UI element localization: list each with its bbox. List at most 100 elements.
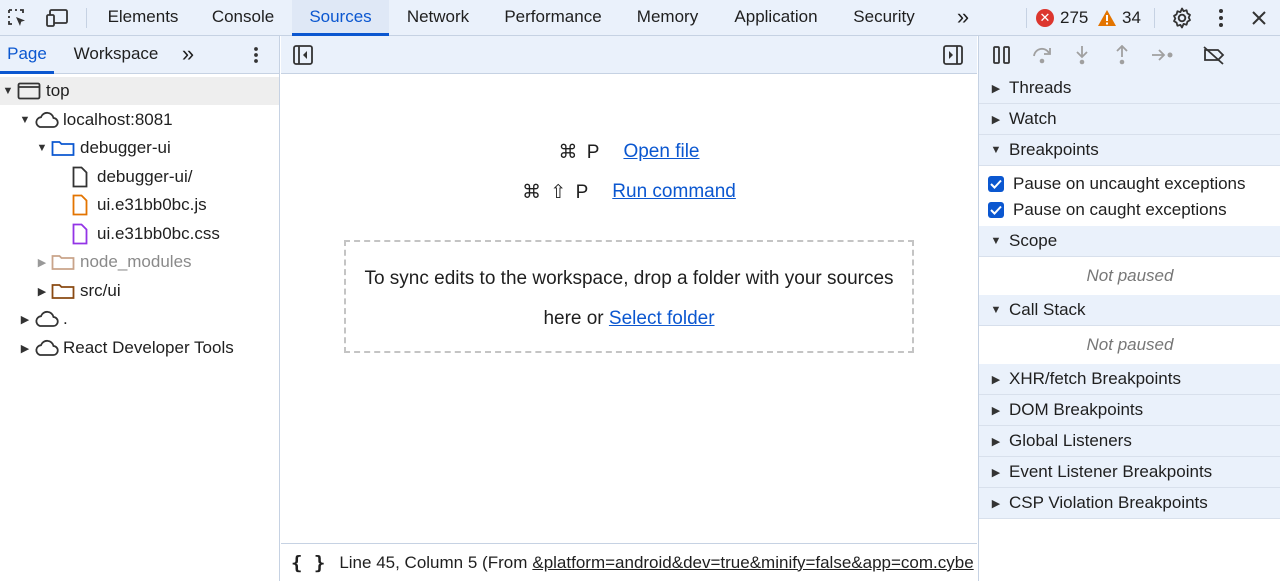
cloud-icon: [33, 111, 59, 129]
step-out-icon[interactable]: [1107, 36, 1137, 74]
section-title: XHR/fetch Breakpoints: [1009, 369, 1181, 388]
checkbox-checked-icon[interactable]: [988, 176, 1004, 192]
section-title: CSP Violation Breakpoints: [1009, 493, 1208, 512]
section-title: Event Listener Breakpoints: [1009, 462, 1213, 481]
deactivate-breakpoints-icon[interactable]: [1199, 36, 1229, 74]
tree-item-react-devtools[interactable]: ▶ React Developer Tools: [0, 334, 279, 362]
collapsed-triangle-icon: ▶: [991, 373, 1001, 386]
tab-performance[interactable]: Performance: [490, 0, 616, 36]
cursor-position: Line 45, Column 5 (From: [339, 552, 528, 572]
section-title: DOM Breakpoints: [1009, 400, 1144, 419]
section-threads[interactable]: ▶ Threads: [979, 73, 1280, 104]
tree-item-label: top: [46, 81, 70, 100]
collapsed-triangle-icon: ▶: [991, 435, 1001, 448]
tree-item-debugger-ui-doc[interactable]: debugger-ui/: [0, 163, 279, 191]
section-xhr-breakpoints[interactable]: ▶ XHR/fetch Breakpoints: [979, 364, 1280, 395]
run-command-link[interactable]: Run command: [612, 181, 736, 203]
collapsed-triangle-icon[interactable]: ▶: [36, 285, 48, 298]
collapsed-triangle-icon: ▶: [991, 113, 1001, 126]
pause-uncaught-option[interactable]: Pause on uncaught exceptions: [979, 171, 1280, 197]
section-breakpoints[interactable]: ▼ Breakpoints: [979, 135, 1280, 166]
settings-gear-icon[interactable]: [1168, 0, 1196, 36]
collapsed-triangle-icon[interactable]: ▶: [19, 342, 31, 355]
tab-page[interactable]: Page: [0, 36, 54, 74]
tab-workspace[interactable]: Workspace: [62, 36, 170, 74]
tab-network[interactable]: Network: [392, 0, 484, 36]
folder-icon: [50, 253, 76, 271]
tab-application[interactable]: Application: [720, 0, 832, 36]
inspect-element-icon[interactable]: [4, 0, 30, 36]
scope-status: Not paused: [1086, 266, 1174, 285]
folder-icon: [50, 139, 76, 157]
section-watch[interactable]: ▶ Watch: [979, 104, 1280, 135]
expanded-triangle-icon: ▼: [990, 235, 1002, 247]
section-csp-violation-breakpoints[interactable]: ▶ CSP Violation Breakpoints: [979, 488, 1280, 519]
debugger-sidebar: ▶ Threads ▶ Watch ▼ Breakpoints Pause on…: [978, 36, 1280, 581]
tab-console[interactable]: Console: [196, 0, 290, 36]
source-map-link[interactable]: &platform=android&dev=true&minify=false&…: [532, 553, 973, 573]
tab-elements[interactable]: Elements: [94, 0, 192, 36]
tree-item-localhost[interactable]: ▼ localhost:8081: [0, 106, 279, 134]
expanded-triangle-icon: ▼: [990, 144, 1002, 156]
section-global-listeners[interactable]: ▶ Global Listeners: [979, 426, 1280, 457]
tab-security[interactable]: Security: [842, 0, 926, 36]
section-title: Scope: [1009, 231, 1058, 250]
editor-pane: ⌘ P Open file ⌘ ⇧ P Run command To sync …: [281, 36, 977, 581]
expanded-triangle-icon: ▼: [990, 304, 1002, 316]
tree-item-css-file[interactable]: ui.e31bb0bc.css: [0, 220, 279, 248]
open-file-link[interactable]: Open file: [623, 141, 699, 163]
section-title: Breakpoints: [1009, 140, 1099, 159]
navigator-tab-bar: Page Workspace »: [0, 36, 279, 74]
tree-item-label: .: [63, 309, 68, 328]
tree-item-debugger-ui-folder[interactable]: ▼ debugger-ui: [0, 134, 279, 162]
open-file-shortcut: ⌘ P: [558, 141, 602, 163]
navigator-menu-icon[interactable]: [244, 36, 268, 74]
tree-item-src-ui[interactable]: ▶ src/ui: [0, 277, 279, 305]
more-navigator-tabs-icon[interactable]: »: [174, 36, 202, 74]
folder-icon: [50, 282, 76, 300]
run-command-hint: ⌘ ⇧ P Run command: [281, 178, 977, 206]
tree-item-node-modules[interactable]: ▶ node_modules: [0, 248, 279, 276]
collapsed-triangle-icon: ▶: [991, 404, 1001, 417]
step-icon[interactable]: [1147, 36, 1177, 74]
toolbar-divider: [1026, 8, 1027, 28]
expanded-triangle-icon[interactable]: ▼: [19, 114, 31, 126]
tab-sources[interactable]: Sources: [292, 0, 389, 36]
more-tabs-icon[interactable]: »: [948, 0, 978, 36]
checkbox-checked-icon[interactable]: [988, 202, 1004, 218]
frame-icon: [16, 82, 42, 100]
tree-item-top[interactable]: ▼ top: [0, 77, 279, 105]
toolbar-divider: [1154, 8, 1155, 28]
pause-resume-icon[interactable]: [987, 36, 1017, 74]
workspace-drop-zone[interactable]: To sync edits to the workspace, drop a f…: [344, 240, 914, 353]
collapsed-triangle-icon[interactable]: ▶: [36, 256, 48, 269]
section-scope[interactable]: ▼ Scope: [979, 226, 1280, 257]
expanded-triangle-icon[interactable]: ▼: [2, 85, 14, 97]
section-call-stack[interactable]: ▼ Call Stack: [979, 295, 1280, 326]
step-into-icon[interactable]: [1067, 36, 1097, 74]
kebab-menu-icon[interactable]: [1208, 0, 1234, 36]
error-counter[interactable]: ✕ 275: [1036, 0, 1088, 36]
run-command-shortcut: ⌘ ⇧ P: [522, 181, 591, 203]
warning-count: 34: [1122, 8, 1141, 27]
section-event-listener-breakpoints[interactable]: ▶ Event Listener Breakpoints: [979, 457, 1280, 488]
option-label: Pause on uncaught exceptions: [1013, 174, 1246, 193]
select-folder-link[interactable]: Select folder: [609, 308, 715, 329]
toggle-debugger-icon[interactable]: [942, 44, 964, 71]
device-toolbar-icon[interactable]: [42, 0, 72, 36]
section-title: Global Listeners: [1009, 431, 1132, 450]
tree-item-label: localhost:8081: [63, 110, 173, 129]
collapsed-triangle-icon[interactable]: ▶: [19, 313, 31, 326]
pretty-print-icon[interactable]: { }: [291, 552, 325, 574]
tree-item-js-file[interactable]: ui.e31bb0bc.js: [0, 191, 279, 219]
tab-memory[interactable]: Memory: [625, 0, 710, 36]
expanded-triangle-icon[interactable]: ▼: [36, 142, 48, 154]
pause-caught-option[interactable]: Pause on caught exceptions: [979, 197, 1280, 223]
close-icon[interactable]: [1246, 0, 1272, 36]
tree-item-label: src/ui: [80, 281, 121, 300]
toggle-navigator-icon[interactable]: [292, 44, 314, 71]
tree-item-dot[interactable]: ▶ .: [0, 305, 279, 333]
warning-counter[interactable]: 34: [1097, 0, 1141, 36]
step-over-icon[interactable]: [1027, 36, 1057, 74]
section-dom-breakpoints[interactable]: ▶ DOM Breakpoints: [979, 395, 1280, 426]
